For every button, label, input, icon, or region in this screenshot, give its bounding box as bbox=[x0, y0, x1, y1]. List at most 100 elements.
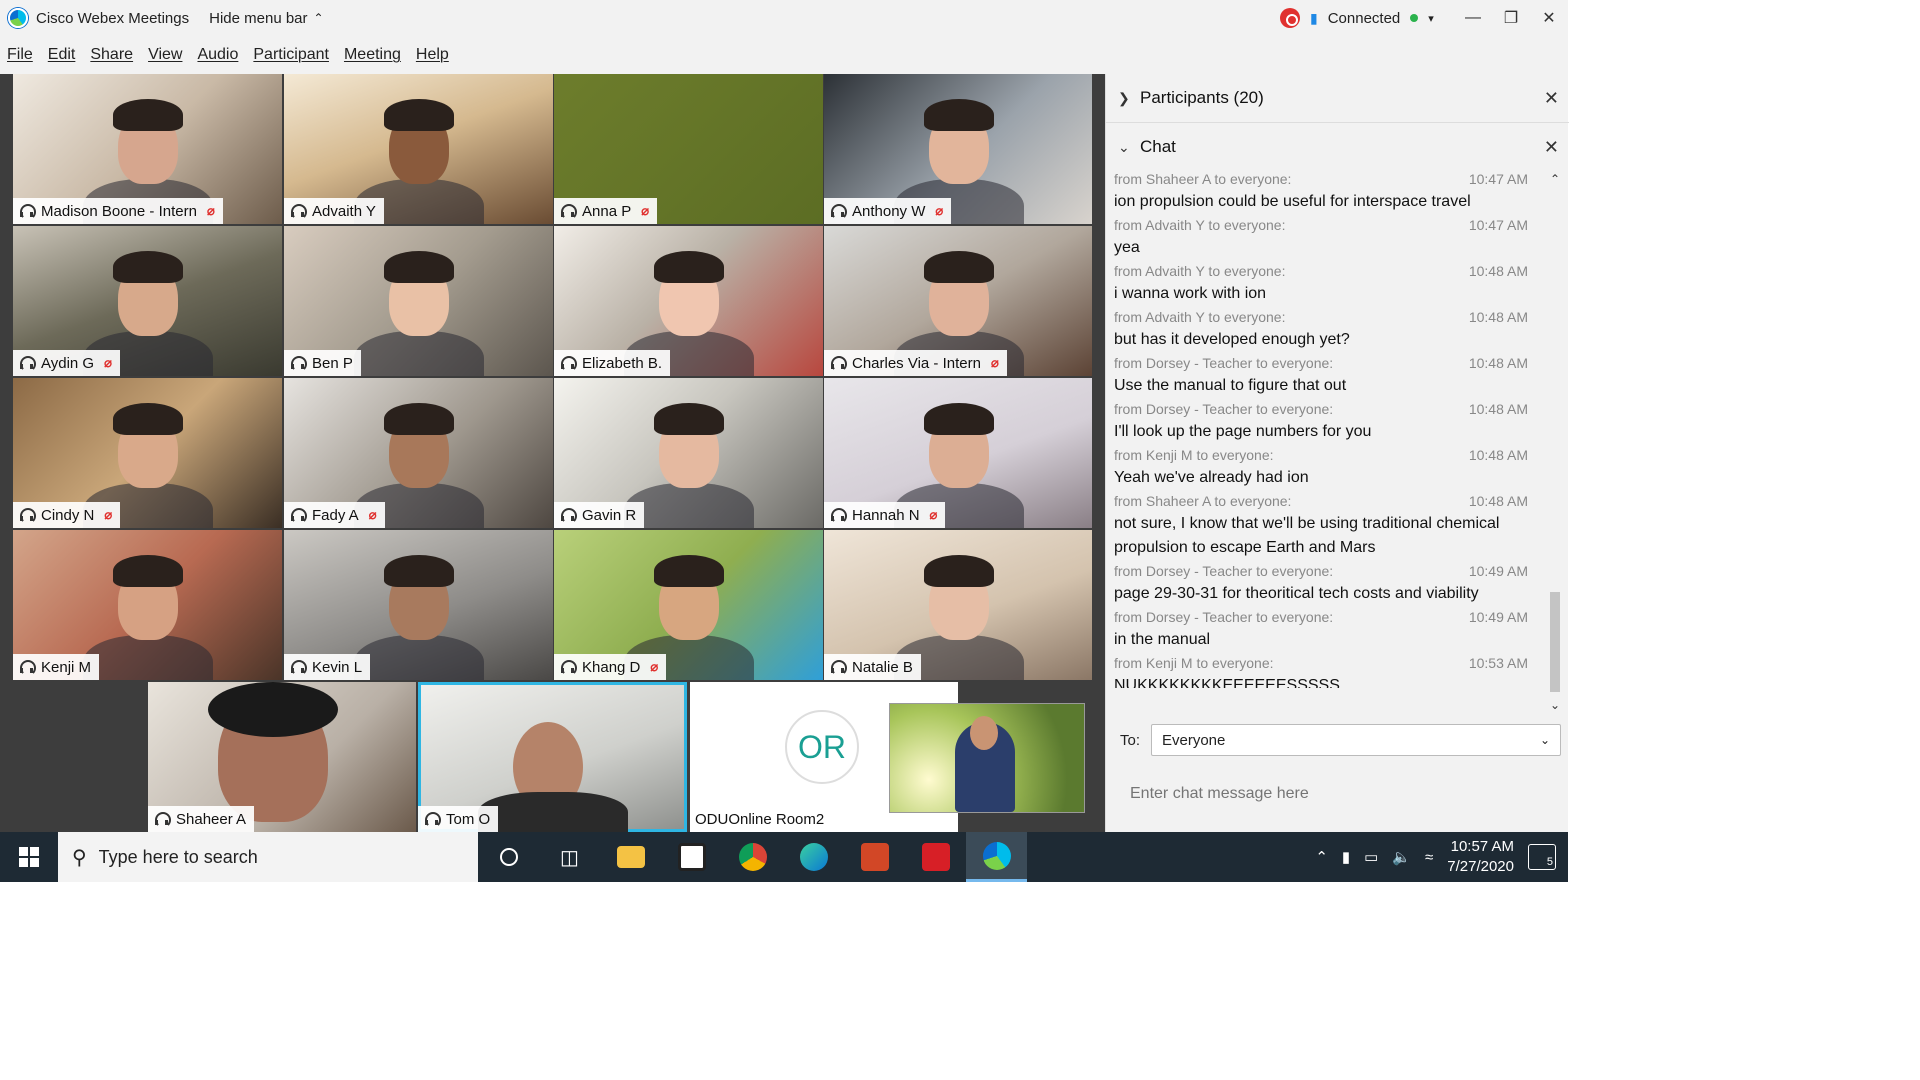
menu-view[interactable]: View bbox=[148, 46, 182, 64]
store-icon[interactable] bbox=[661, 832, 722, 882]
battery-icon[interactable]: ▭ bbox=[1364, 848, 1378, 866]
menu-participant[interactable]: Participant bbox=[253, 46, 329, 64]
microphone-tray-icon[interactable]: ▮ bbox=[1342, 848, 1350, 866]
webex-taskbar-icon[interactable] bbox=[966, 832, 1027, 882]
chevron-up-icon[interactable]: ⌃ bbox=[1315, 848, 1328, 866]
self-view-video[interactable] bbox=[889, 703, 1085, 813]
video-tile[interactable]: Aydin G ⌀ bbox=[13, 226, 282, 376]
restore-button[interactable]: ❐ bbox=[1492, 0, 1530, 36]
status-dropdown-icon[interactable]: ▾ bbox=[1428, 12, 1434, 25]
file-explorer-icon[interactable] bbox=[600, 832, 661, 882]
participant-hair bbox=[113, 251, 183, 283]
edge-icon[interactable] bbox=[783, 832, 844, 882]
clock-time: 10:57 AM bbox=[1450, 838, 1514, 855]
volume-icon[interactable]: 🔈 bbox=[1392, 848, 1411, 866]
participant-name: Hannah N bbox=[852, 506, 920, 524]
video-tile[interactable]: Cindy N ⌀ bbox=[13, 378, 282, 528]
muted-mic-icon: ⌀ bbox=[650, 659, 659, 674]
muted-mic-icon: ⌀ bbox=[104, 507, 113, 522]
menu-file[interactable]: File bbox=[7, 46, 33, 64]
video-tile[interactable]: Shaheer A bbox=[148, 682, 416, 832]
chat-message: from Advaith Y to everyone: 10:48 AM i wan… bbox=[1106, 260, 1546, 306]
chat-scrollbar[interactable]: ⌃ ⌄ bbox=[1546, 172, 1566, 720]
hide-menu-bar-button[interactable]: Hide menu bar ⌃ bbox=[209, 10, 323, 27]
scroll-thumb[interactable] bbox=[1550, 592, 1560, 692]
chrome-icon[interactable] bbox=[722, 832, 783, 882]
video-tile[interactable]: Anthony W ⌀ bbox=[824, 74, 1092, 224]
menu-meeting[interactable]: Meeting bbox=[344, 46, 401, 64]
menu-share[interactable]: Share bbox=[90, 46, 133, 64]
windows-taskbar: ⚲ Type here to search ◫ ⌃ ▮ ▭ 🔈 ≈ 10:57 … bbox=[0, 832, 1568, 882]
headset-icon bbox=[19, 507, 36, 524]
video-tile[interactable]: Charles Via - Intern ⌀ bbox=[824, 226, 1092, 376]
muted-mic-icon: ⌀ bbox=[929, 507, 938, 522]
video-tile[interactable]: Anna P ⌀ bbox=[554, 74, 823, 224]
chat-message-meta: from Shaheer A to everyone: 10:48 AM bbox=[1114, 490, 1546, 512]
cortana-icon[interactable] bbox=[478, 832, 539, 882]
menu-edit[interactable]: Edit bbox=[48, 46, 76, 64]
participant-name: ODUOnline Room2 bbox=[695, 811, 825, 828]
participant-name: Natalie B bbox=[852, 658, 913, 676]
connection-status: ▮ Connected ▾ bbox=[1280, 8, 1434, 28]
video-tile[interactable]: Elizabeth B. bbox=[554, 226, 823, 376]
menu-audio[interactable]: Audio bbox=[197, 46, 238, 64]
participant-name: Kenji M bbox=[41, 658, 92, 676]
close-window-button[interactable]: ✕ bbox=[1530, 0, 1568, 36]
system-tray: ⌃ ▮ ▭ 🔈 ≈ 10:57 AM 7/27/2020 5 bbox=[1315, 832, 1568, 882]
acrobat-icon[interactable] bbox=[905, 832, 966, 882]
recipient-select[interactable]: Everyone ⌄ bbox=[1151, 724, 1561, 756]
chat-timestamp: 10:48 AM bbox=[1468, 309, 1528, 325]
chat-message-list[interactable]: from Shaheer A to everyone: 10:47 AM ion p… bbox=[1106, 168, 1546, 688]
chat-panel-header[interactable]: ⌄ Chat ✕ bbox=[1106, 123, 1569, 171]
chat-message-text: page 29-30-31 for theoritical tech costs… bbox=[1114, 585, 1479, 602]
wifi-icon[interactable]: ≈ bbox=[1425, 849, 1433, 866]
video-tile-active-speaker[interactable]: Tom O bbox=[418, 682, 687, 832]
participant-body bbox=[478, 792, 628, 832]
chat-message-text: not sure, I know that we'll be using tra… bbox=[1114, 515, 1500, 556]
notification-center-icon[interactable]: 5 bbox=[1528, 844, 1556, 870]
scroll-down-icon[interactable]: ⌄ bbox=[1550, 698, 1560, 712]
video-tile[interactable]: Gavin R bbox=[554, 378, 823, 528]
powerpoint-icon[interactable] bbox=[844, 832, 905, 882]
chat-message-input[interactable] bbox=[1122, 774, 1552, 814]
video-tile[interactable]: Hannah N ⌀ bbox=[824, 378, 1092, 528]
video-tile[interactable]: Natalie B bbox=[824, 530, 1092, 680]
video-tile[interactable]: Kevin L bbox=[284, 530, 553, 680]
task-view-icon[interactable]: ◫ bbox=[539, 832, 600, 882]
chat-message: from Kenji M to everyone: 10:53 AM NUKKKKK… bbox=[1106, 652, 1546, 688]
participant-hair bbox=[384, 99, 454, 131]
chat-message-meta: from Kenji M to everyone: 10:53 AM bbox=[1114, 652, 1546, 674]
start-button[interactable] bbox=[0, 832, 58, 882]
menu-bar: File Edit Share View Audio Participant M… bbox=[0, 36, 1105, 74]
window-controls: — ❐ ✕ bbox=[1454, 0, 1568, 36]
participant-name-label: Aydin G ⌀ bbox=[13, 350, 120, 376]
webex-logo-icon bbox=[8, 8, 28, 28]
participant-name-label: Fady A ⌀ bbox=[284, 502, 385, 528]
participant-name: Advaith Y bbox=[312, 202, 376, 220]
taskbar-clock[interactable]: 10:57 AM 7/27/2020 bbox=[1447, 837, 1514, 877]
taskbar-search-box[interactable]: ⚲ Type here to search bbox=[58, 832, 478, 882]
scroll-up-icon[interactable]: ⌃ bbox=[1550, 172, 1560, 186]
close-chat-button[interactable]: ✕ bbox=[1544, 137, 1559, 158]
participant-hair bbox=[113, 555, 183, 587]
chat-message-text: in the manual bbox=[1114, 631, 1211, 648]
chat-timestamp: 10:49 AM bbox=[1468, 609, 1528, 625]
title-bar: Cisco Webex Meetings Hide menu bar ⌃ ▮ C… bbox=[0, 0, 1568, 36]
video-tile[interactable]: Ben P bbox=[284, 226, 553, 376]
participants-panel-header[interactable]: ❯ Participants (20) ✕ bbox=[1106, 74, 1569, 122]
video-tile[interactable]: Madison Boone - Intern ⌀ bbox=[13, 74, 282, 224]
participant-hair bbox=[924, 99, 994, 131]
close-participants-button[interactable]: ✕ bbox=[1544, 88, 1559, 109]
participant-name-label: Hannah N ⌀ bbox=[824, 502, 946, 528]
participant-hair bbox=[924, 251, 994, 283]
video-tile[interactable]: Advaith Y bbox=[284, 74, 553, 224]
menu-help[interactable]: Help bbox=[416, 46, 449, 64]
microphone-icon[interactable]: ▮ bbox=[1310, 10, 1318, 27]
video-tile[interactable]: Fady A ⌀ bbox=[284, 378, 553, 528]
video-tile[interactable]: Kenji M bbox=[13, 530, 282, 680]
recording-icon[interactable] bbox=[1280, 8, 1300, 28]
video-tile[interactable]: Khang D ⌀ bbox=[554, 530, 823, 680]
minimize-button[interactable]: — bbox=[1454, 0, 1492, 36]
chat-sender: from Shaheer A to everyone: bbox=[1114, 171, 1292, 187]
participant-name-label: Natalie B bbox=[824, 654, 921, 680]
